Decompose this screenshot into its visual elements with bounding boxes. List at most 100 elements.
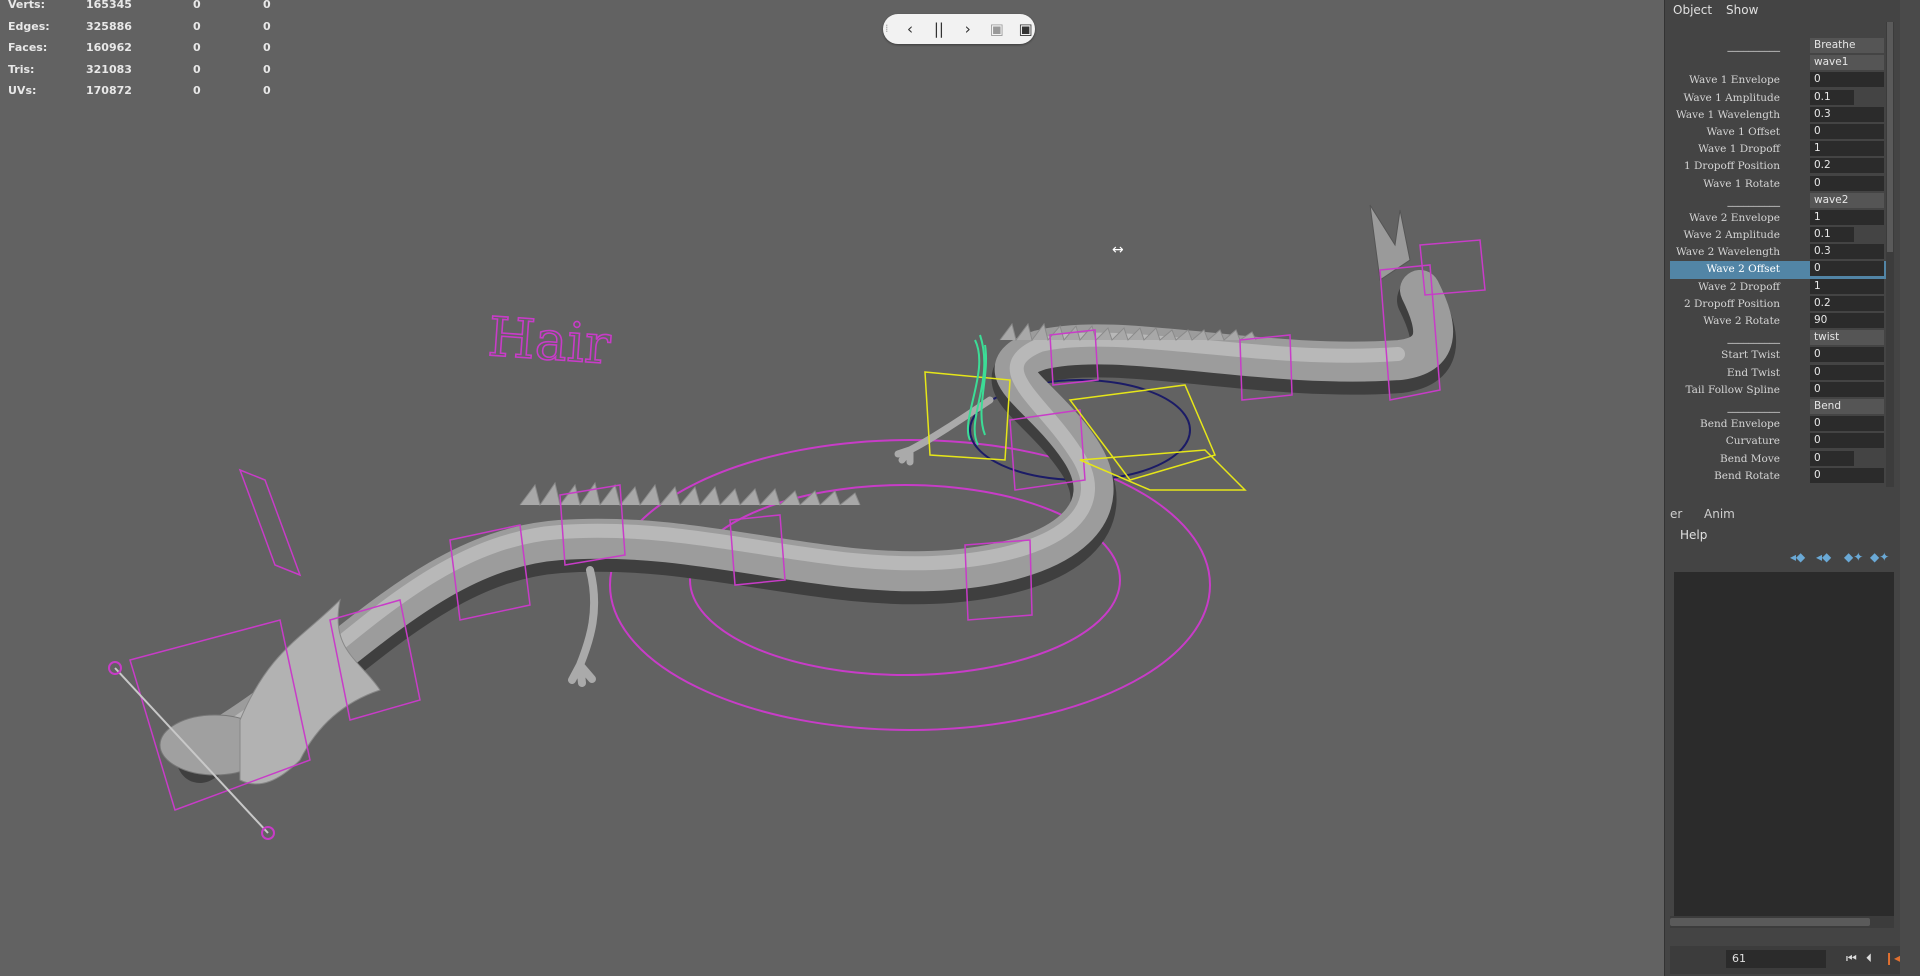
attribute-section-header[interactable]: __________ twist <box>1670 330 1890 347</box>
attribute-value-field[interactable]: 0 <box>1810 364 1884 380</box>
attribute-row[interactable]: 1 Dropoff Position 0.2 <box>1670 158 1890 175</box>
spine-control-boxes <box>129 239 1486 811</box>
section-name: twist <box>1810 330 1884 346</box>
attribute-section-header[interactable]: __________ wave2 <box>1670 192 1890 210</box>
attribute-label: __________ <box>1727 332 1781 345</box>
dragon-rig-scene[interactable]: Hair <box>0 0 1664 976</box>
attribute-label: Wave 1 Wavelength <box>1676 108 1780 121</box>
attribute-section-header[interactable]: wave1 <box>1670 55 1890 72</box>
attribute-row[interactable]: Wave 2 Offset 0 <box>1670 261 1890 279</box>
attribute-value-field[interactable]: 0.2 <box>1810 295 1884 311</box>
current-frame-field[interactable]: 61 <box>1726 950 1826 968</box>
attribute-section-header[interactable]: __________ Breathe <box>1670 38 1890 55</box>
move-layer-down-icon[interactable]: ◂◆ <box>1816 550 1831 564</box>
3d-viewport[interactable]: Verts: 165345 0 0 Edges: 325886 0 0 Faces: 160962… <box>0 0 1664 976</box>
attribute-row[interactable]: Wave 1 Offset 0 <box>1670 123 1890 141</box>
attribute-value-field[interactable]: 0 <box>1810 381 1884 397</box>
new-layer-selected-icon[interactable]: ◆✦ <box>1870 550 1889 564</box>
attribute-label: Wave 1 Dropoff <box>1698 143 1780 156</box>
attribute-value-field[interactable]: 0 <box>1810 123 1884 139</box>
step-back-frame-icon[interactable]: ❙◂ <box>1884 951 1900 965</box>
menu-object[interactable]: Object <box>1673 3 1712 17</box>
attribute-row[interactable]: Wave 2 Dropoff 1 <box>1670 278 1890 296</box>
layer-tabs: er Anim <box>1670 504 1900 524</box>
section-name: wave1 <box>1810 55 1884 71</box>
move-layer-up-icon[interactable]: ◂◆ <box>1790 550 1805 564</box>
tab-anim[interactable]: Anim <box>1704 507 1735 521</box>
attribute-row[interactable]: Wave 1 Rotate 0 <box>1670 175 1890 193</box>
attribute-section-header[interactable]: __________ Bend <box>1670 398 1890 416</box>
attribute-value-field[interactable]: 90 <box>1810 313 1884 328</box>
time-slider-bar: 61 ⏮ ⏴ ❙◂ <box>1670 946 1900 974</box>
layer-list[interactable] <box>1674 572 1894 917</box>
attribute-value-field[interactable]: 1 <box>1810 209 1884 225</box>
attribute-row[interactable]: Wave 1 Envelope 0 <box>1670 72 1890 89</box>
attribute-value-field[interactable]: 1 <box>1810 278 1884 294</box>
attribute-label: Tail Follow Spline <box>1685 383 1780 396</box>
attribute-label: __________ <box>1727 400 1781 413</box>
attribute-row[interactable]: Bend Rotate 0 <box>1670 467 1890 485</box>
layer-hscrollbar[interactable] <box>1670 916 1894 928</box>
tab-layer[interactable]: er <box>1670 507 1682 521</box>
playback-toolbar: ⁞ ‹ || › ▣ ▣ <box>883 14 1035 44</box>
menu-help[interactable]: Help <box>1680 528 1707 542</box>
attribute-label: Bend Envelope <box>1700 418 1780 431</box>
attribute-value-field[interactable]: 0 <box>1810 72 1884 88</box>
menu-show[interactable]: Show <box>1726 3 1758 17</box>
attribute-label: Curvature <box>1725 435 1780 448</box>
attribute-row[interactable]: Wave 2 Amplitude 0.1 <box>1670 227 1890 244</box>
attribute-label: Wave 2 Amplitude <box>1683 229 1780 242</box>
attribute-label: Wave 1 Amplitude <box>1683 91 1780 104</box>
attribute-label: Wave 1 Rotate <box>1703 177 1780 190</box>
attribute-label: __________ <box>1727 40 1781 52</box>
attribute-value-field[interactable]: 1 <box>1810 141 1884 157</box>
pause-button[interactable]: || <box>929 14 948 44</box>
attribute-value-field[interactable]: 0.3 <box>1810 244 1884 260</box>
next-button[interactable]: › <box>958 14 977 44</box>
step-back-key-icon[interactable]: ⏴ <box>1866 951 1872 966</box>
save-icon[interactable]: ▣ <box>987 14 1006 44</box>
attribute-scrollbar[interactable] <box>1886 22 1894 487</box>
go-to-start-icon[interactable]: ⏮ <box>1846 951 1857 966</box>
attribute-label: Wave 2 Offset <box>1706 263 1780 276</box>
attribute-value-field[interactable]: 0 <box>1810 450 1854 466</box>
rear-leg <box>894 396 994 466</box>
attribute-label: Bend Rotate <box>1714 469 1780 482</box>
attribute-row[interactable]: Wave 2 Wavelength 0.3 <box>1670 244 1890 261</box>
attribute-value-field[interactable]: 0 <box>1810 433 1884 449</box>
attribute-row[interactable]: Bend Envelope 0 <box>1670 416 1890 433</box>
attribute-value-field[interactable]: 0 <box>1810 467 1884 483</box>
attribute-label: Wave 2 Envelope <box>1689 211 1780 224</box>
attribute-value-field[interactable]: 0.3 <box>1810 106 1884 122</box>
attribute-row[interactable]: Curvature 0 <box>1670 433 1890 450</box>
previous-button[interactable]: ‹ <box>901 14 920 44</box>
attribute-label: Wave 1 Envelope <box>1689 74 1780 87</box>
dragon-body <box>180 270 1453 770</box>
attribute-row[interactable]: Wave 1 Amplitude 0.1 <box>1670 89 1890 107</box>
attribute-value-field[interactable]: 0.1 <box>1810 227 1854 243</box>
attribute-label: Start Twist <box>1721 349 1780 362</box>
attribute-label: __________ <box>1727 194 1781 207</box>
attribute-row[interactable]: Tail Follow Spline 0 <box>1670 381 1890 399</box>
channel-box-menubar: Object Show <box>1670 0 1900 22</box>
attribute-row[interactable]: End Twist 0 <box>1670 364 1890 382</box>
attribute-row[interactable]: Wave 2 Envelope 1 <box>1670 209 1890 227</box>
channel-box-panel: Object Show __________ Breathe wave1 Wave 1… <box>1670 0 1900 976</box>
attribute-value-field[interactable]: 0 <box>1810 261 1884 277</box>
attribute-value-field[interactable]: 0 <box>1810 175 1884 191</box>
attribute-row[interactable]: Wave 1 Dropoff 1 <box>1670 141 1890 158</box>
new-layer-icon[interactable]: ◆✦ <box>1844 550 1863 564</box>
attribute-row[interactable]: Wave 1 Wavelength 0.3 <box>1670 106 1890 124</box>
attribute-value-field[interactable]: 0 <box>1810 347 1884 363</box>
attribute-row[interactable]: Start Twist 0 <box>1670 347 1890 364</box>
attribute-row[interactable]: 2 Dropoff Position 0.2 <box>1670 295 1890 313</box>
attribute-row[interactable]: Bend Move 0 <box>1670 450 1890 468</box>
section-name: wave2 <box>1810 192 1884 208</box>
attribute-label: Wave 2 Dropoff <box>1698 280 1780 293</box>
attribute-value-field[interactable]: 0 <box>1810 416 1884 432</box>
attribute-value-field[interactable]: 0.1 <box>1810 89 1854 105</box>
attribute-label: 1 Dropoff Position <box>1684 160 1780 173</box>
attribute-value-field[interactable]: 0.2 <box>1810 158 1884 174</box>
save-as-icon[interactable]: ▣ <box>1016 14 1035 44</box>
attribute-row[interactable]: Wave 2 Rotate 90 <box>1670 313 1890 330</box>
